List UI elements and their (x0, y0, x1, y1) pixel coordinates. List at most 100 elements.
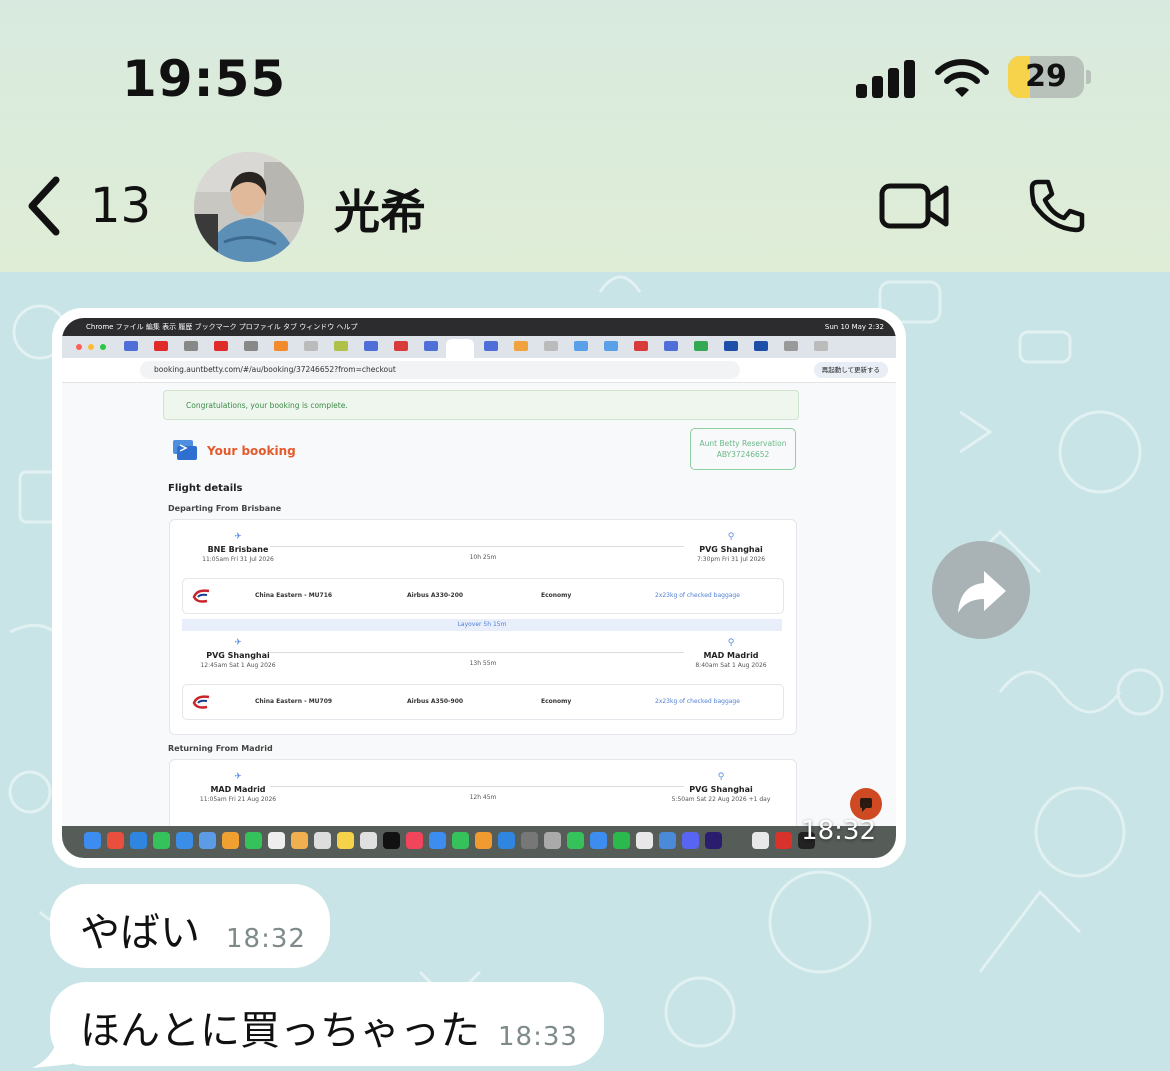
minimize-dot (88, 344, 94, 350)
media-message-bubble[interactable]: Chrome ファイル 編集 表示 履歴 ブックマーク プロファイル タブ ウィ… (52, 308, 906, 868)
chrome-toolbar: booking.auntbetty.com/#/au/booking/37246… (62, 358, 896, 383)
dock-app-icon (314, 832, 331, 849)
tab-favicon (544, 341, 558, 351)
back-chevron-icon (28, 176, 60, 236)
tab-favicon (304, 341, 318, 351)
leg-destination: ⚲ MAD Madrid 8:40am Sat 1 Aug 2026 (676, 638, 786, 669)
message-bubble[interactable]: やばい 18:32 (50, 884, 330, 968)
tab-favicon (424, 341, 438, 351)
active-tab (446, 339, 474, 358)
airline: China Eastern - MU716 (255, 592, 333, 599)
china-eastern-logo (192, 695, 210, 709)
dock-app-icon (291, 832, 308, 849)
reservation-code: ABY37246652 (716, 450, 770, 459)
tab-favicon (634, 341, 648, 351)
dock-app-icon (498, 832, 515, 849)
top-bar: 19:55 29 13 光希 (0, 0, 1170, 272)
location-pin-icon: ⚲ (717, 772, 725, 782)
destination-city: MAD Madrid (703, 651, 759, 660)
departing-label: Departing From Brisbane (168, 504, 282, 513)
dock-app-icon (567, 832, 584, 849)
dock-app-icon (521, 832, 538, 849)
tab-favicon (784, 341, 798, 351)
layover-banner: Layover 5h 15m (182, 619, 782, 631)
dock-app-icon (360, 832, 377, 849)
dock-app-icon (590, 832, 607, 849)
dock-app-icon (176, 832, 193, 849)
dock-app-icon (752, 832, 769, 849)
media-timestamp: 18:32 (801, 816, 876, 846)
route-line (270, 786, 684, 787)
location-pin-icon: ⚲ (727, 638, 735, 648)
video-camera-icon[interactable] (878, 178, 950, 234)
destination-time: 8:40am Sat 1 Aug 2026 (695, 662, 767, 669)
destination-city: PVG Shanghai (689, 785, 753, 794)
reservation-box: Aunt Betty Reservation ABY37246652 (690, 428, 796, 470)
booking-title: Your booking (207, 444, 296, 458)
signal-icon (856, 58, 916, 98)
destination-time: 7:30pm Fri 31 Jul 2026 (696, 556, 766, 563)
route-line (270, 652, 684, 653)
contact-avatar[interactable] (194, 152, 304, 262)
tab-favicon (334, 341, 348, 351)
leg-destination: ⚲ PVG Shanghai 7:30pm Fri 31 Jul 2026 (676, 532, 786, 563)
message-time: 18:32 (226, 924, 306, 954)
forward-icon (958, 571, 1006, 613)
wifi-icon (935, 59, 989, 97)
dock-app-icon (84, 832, 101, 849)
dock-app-icon (429, 832, 446, 849)
plane-icon: ✈ (234, 532, 242, 542)
tab-favicon (664, 341, 678, 351)
segment-info: China Eastern - MU709 Airbus A350-900 Ec… (182, 684, 784, 720)
mac-menubar: Chrome ファイル 編集 表示 履歴 ブックマーク プロファイル タブ ウィ… (62, 318, 896, 336)
battery-indicator: 29 (1008, 56, 1084, 98)
contact-name[interactable]: 光希 (334, 176, 426, 242)
message-bubble[interactable]: ほんとに買っちゃった 18:33 (50, 982, 604, 1066)
dock-app-icon (268, 832, 285, 849)
dock-app-icon (406, 832, 423, 849)
close-dot (76, 344, 82, 350)
reservation-label: Aunt Betty Reservation (699, 439, 787, 448)
destination-time: 5:50am Sat 22 Aug 2026 +1 day (671, 796, 771, 803)
flight-leg: ✈ MAD Madrid 11:05am Fri 21 Aug 2026 12h… (170, 766, 796, 824)
segment-info: China Eastern - MU716 Airbus A330-200 Ec… (182, 578, 784, 614)
dock-app-icon (130, 832, 147, 849)
dock-app-icon (682, 832, 699, 849)
relaunch-button: 再起動して更新する (813, 362, 888, 378)
phone-icon[interactable] (1026, 176, 1086, 236)
status-time: 19:55 (122, 50, 287, 108)
tab-favicon (604, 341, 618, 351)
battery-tip (1086, 70, 1091, 84)
dock-app-icon (383, 832, 400, 849)
china-eastern-logo (192, 589, 210, 603)
screenshot-image: Chrome ファイル 編集 表示 履歴 ブックマーク プロファイル タブ ウィ… (62, 318, 896, 858)
dock-app-icon (199, 832, 216, 849)
aircraft: Airbus A330-200 (407, 592, 464, 599)
tab-favicon (364, 341, 378, 351)
message-text: やばい (80, 910, 200, 956)
plane-icon: ✈ (234, 772, 242, 782)
dock-app-icon (544, 832, 561, 849)
departing-card: ✈ BNE Brisbane 11:05am Fri 31 Jul 2026 1… (169, 519, 797, 735)
dock-app-icon (613, 832, 630, 849)
location-pin-icon: ⚲ (727, 532, 735, 542)
back-button[interactable]: 13 (24, 172, 164, 242)
route-line (270, 546, 684, 547)
dock-app-icon (636, 832, 653, 849)
airline: China Eastern - MU709 (255, 698, 333, 705)
leg-destination: ⚲ PVG Shanghai 5:50am Sat 22 Aug 2026 +1… (656, 772, 786, 803)
flight-details-heading: Flight details (168, 483, 243, 494)
zoom-dot (100, 344, 106, 350)
dock-app-icon (452, 832, 469, 849)
tab-favicon (814, 341, 828, 351)
tab-favicon (514, 341, 528, 351)
forward-button[interactable] (932, 541, 1030, 639)
dock-app-icon (245, 832, 262, 849)
tab-favicon (184, 341, 198, 351)
tab-favicon (244, 341, 258, 351)
dock-app-icon (659, 832, 676, 849)
dock-app-icon (475, 832, 492, 849)
tab-favicon (214, 341, 228, 351)
dock-app-icon (107, 832, 124, 849)
baggage-info: 2x23kg of checked baggage (655, 592, 740, 599)
